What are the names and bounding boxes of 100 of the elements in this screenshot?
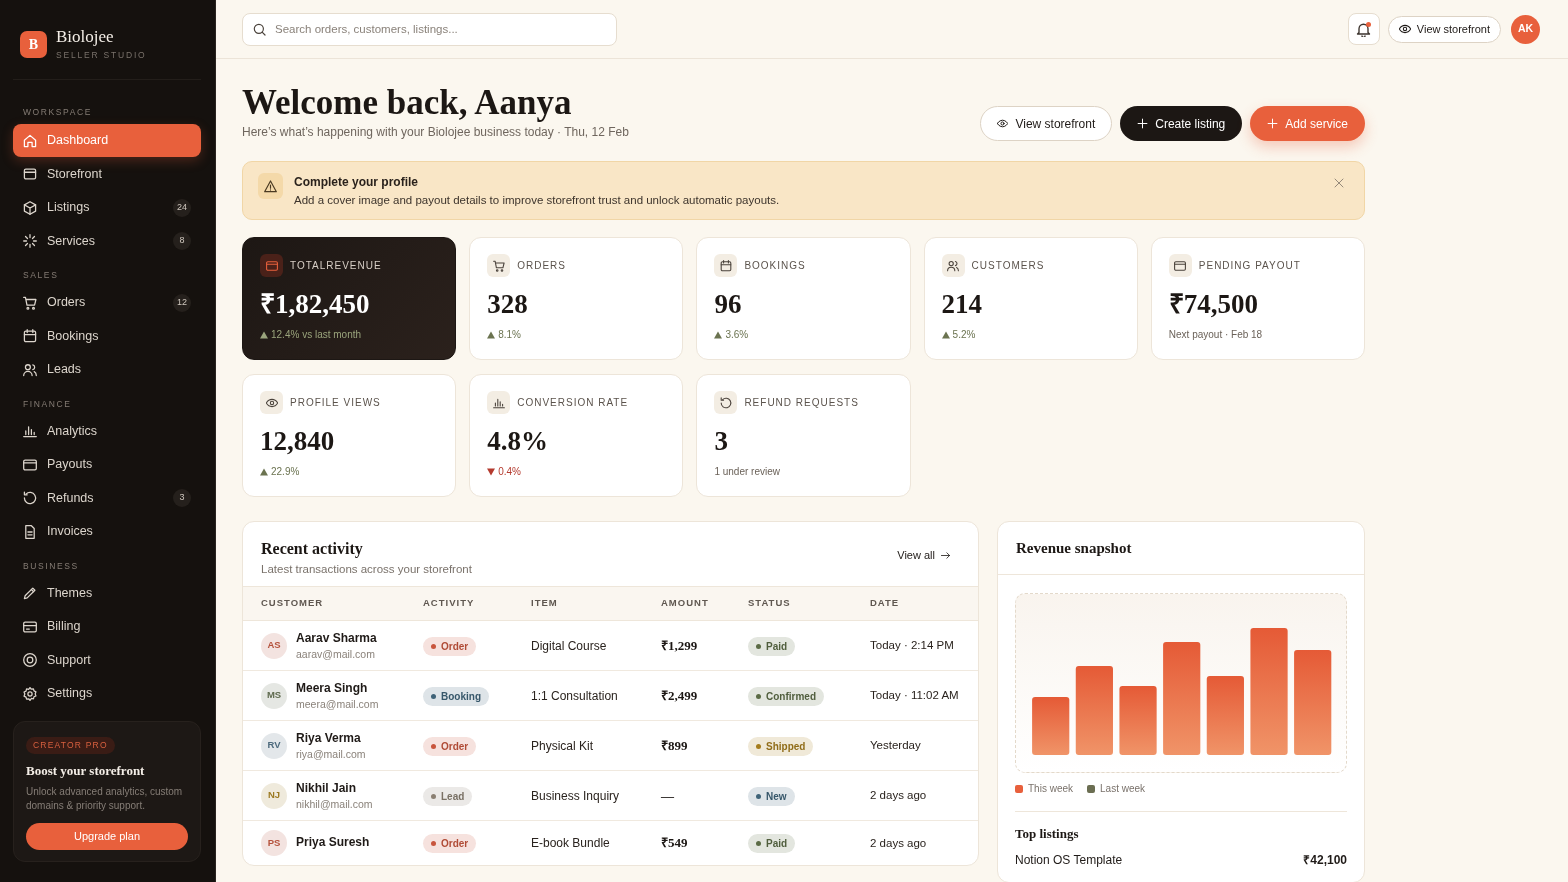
item-name: Digital Course bbox=[531, 638, 607, 653]
section-heading: BUSINESS bbox=[22, 559, 80, 573]
item-name: 1:1 Consultation bbox=[531, 688, 618, 703]
stat-note: Next payout · Feb 18 bbox=[1168, 328, 1263, 342]
arrow-right-icon bbox=[941, 550, 950, 560]
stat-label: PROFILE VIEWS bbox=[290, 396, 381, 410]
home-icon bbox=[23, 133, 37, 148]
status-label: Paid bbox=[766, 836, 788, 851]
sparkle-icon bbox=[23, 234, 37, 248]
wallet-icon bbox=[260, 254, 283, 277]
header-button[interactable]: View storefront bbox=[980, 106, 1113, 141]
listing-name: Notion OS Template bbox=[1015, 852, 1123, 868]
customer-email: meera@mail.com bbox=[296, 696, 379, 711]
status-label: Paid bbox=[766, 639, 788, 654]
stat-label: PENDING PAYOUT bbox=[1198, 259, 1301, 273]
activity-label: Order bbox=[441, 836, 469, 851]
date-text: Today · 11:02 AM bbox=[870, 689, 959, 702]
nav-item[interactable]: Listings 24 bbox=[13, 191, 201, 224]
revenue-bar bbox=[1119, 686, 1157, 755]
plus-icon bbox=[1267, 118, 1279, 129]
nav-item[interactable]: Invoices bbox=[13, 515, 201, 548]
document-icon bbox=[23, 524, 37, 539]
calendar-icon bbox=[714, 254, 738, 277]
search-field[interactable]: Search orders, customers, listings... bbox=[242, 12, 617, 46]
nav-item[interactable]: Refunds 3 bbox=[13, 481, 201, 515]
triangle-up-icon bbox=[487, 331, 496, 339]
page-title: Welcome back, Aanya bbox=[242, 84, 573, 122]
nav-item[interactable]: Services 8 bbox=[13, 224, 201, 258]
promo-title: Boost your storefront bbox=[26, 763, 146, 779]
item-name: Business Inquiry bbox=[531, 788, 620, 803]
users-icon bbox=[941, 254, 965, 277]
customer-email: riya@mail.com bbox=[296, 746, 366, 761]
nav-item[interactable]: Leads bbox=[13, 353, 201, 386]
view-all-link[interactable]: View all bbox=[897, 547, 950, 564]
nav-item[interactable]: Bookings bbox=[13, 319, 201, 353]
stat-value: 3 bbox=[714, 425, 729, 457]
customer-avatar: AS bbox=[261, 632, 287, 659]
credit-card-icon bbox=[23, 619, 37, 634]
activity-label: Order bbox=[441, 739, 469, 754]
column-header: ITEM bbox=[531, 586, 661, 621]
page-subtitle: Here’s what’s happening with your Biolojee business today · Thu, 12 Feb bbox=[242, 124, 629, 141]
header-button[interactable]: Create listing bbox=[1120, 106, 1243, 141]
nav-item[interactable]: Billing bbox=[13, 610, 201, 643]
nav-item[interactable]: Support bbox=[13, 643, 201, 677]
triangle-up-icon bbox=[714, 331, 723, 339]
status-label: New bbox=[766, 789, 787, 804]
refresh-icon bbox=[714, 391, 738, 414]
notifications-button[interactable] bbox=[1347, 13, 1380, 45]
nav-item[interactable]: Payouts bbox=[13, 448, 201, 481]
customer-email: nikhil@mail.com bbox=[296, 796, 373, 811]
revenue-bar bbox=[1032, 697, 1070, 755]
nav-item[interactable]: Themes bbox=[13, 576, 201, 610]
search-icon bbox=[253, 22, 266, 36]
item-name: Physical Kit bbox=[531, 738, 594, 753]
activity-label: Booking bbox=[441, 689, 481, 704]
item-count: 24 bbox=[173, 198, 191, 217]
column-header: DATE bbox=[870, 586, 978, 621]
column-header: AMOUNT bbox=[661, 586, 748, 621]
stat-value: 96 bbox=[714, 288, 743, 320]
eye-icon bbox=[1398, 23, 1411, 35]
brand-logo: B bbox=[20, 30, 47, 58]
stat-value: 328 bbox=[487, 288, 529, 320]
item-count: 12 bbox=[173, 293, 191, 312]
customer-avatar: MS bbox=[261, 682, 287, 709]
nav-item[interactable]: Orders 12 bbox=[13, 286, 201, 319]
status-label: Confirmed bbox=[766, 689, 816, 704]
section-title: Top listings bbox=[1015, 826, 1080, 842]
amount-value: — bbox=[661, 787, 674, 803]
legend-label: This week bbox=[1028, 782, 1073, 796]
customer-name: Priya Suresh bbox=[296, 835, 370, 851]
promo-text: Unlock advanced analytics, custom domains & priority support. bbox=[26, 785, 184, 813]
status-label: Shipped bbox=[766, 739, 806, 754]
close-icon bbox=[1334, 178, 1344, 188]
stat-label: TOTALREVENUE bbox=[290, 259, 382, 273]
activity-label: Lead bbox=[441, 789, 465, 804]
stat-value: ₹74,500 bbox=[1168, 288, 1260, 320]
close-button[interactable] bbox=[1332, 176, 1346, 190]
wallet-icon bbox=[23, 457, 37, 472]
column-header: STATUS bbox=[748, 586, 870, 621]
amount-value: ₹899 bbox=[661, 737, 688, 753]
brand-tagline: SELLER STUDIO bbox=[56, 49, 147, 61]
section-heading: WORKSPACE bbox=[22, 106, 94, 119]
refresh-icon bbox=[23, 491, 37, 505]
triangle-up-icon bbox=[260, 331, 268, 339]
eye-icon bbox=[997, 118, 1009, 129]
browser-window-icon bbox=[23, 167, 37, 181]
nav-item[interactable]: Storefront bbox=[13, 157, 201, 191]
stat-change: 0.4% bbox=[498, 465, 521, 479]
listing-amount: ₹42,100 bbox=[1303, 852, 1347, 868]
amount-value: ₹2,499 bbox=[661, 687, 698, 703]
wallet-icon bbox=[1168, 254, 1192, 277]
nav-item[interactable]: Analytics bbox=[13, 414, 201, 448]
date-text: 2 days ago bbox=[870, 836, 927, 849]
customer-name: Meera Singh bbox=[296, 680, 369, 696]
stat-label: CONVERSION RATE bbox=[517, 396, 629, 410]
bar-chart-icon bbox=[23, 424, 37, 438]
view-storefront-button[interactable]: View storefront bbox=[1387, 15, 1501, 43]
date-text: Today · 2:14 PM bbox=[870, 639, 954, 652]
stat-change: 12.4% vs last month bbox=[271, 328, 362, 342]
nav-item[interactable]: Settings bbox=[13, 677, 201, 710]
